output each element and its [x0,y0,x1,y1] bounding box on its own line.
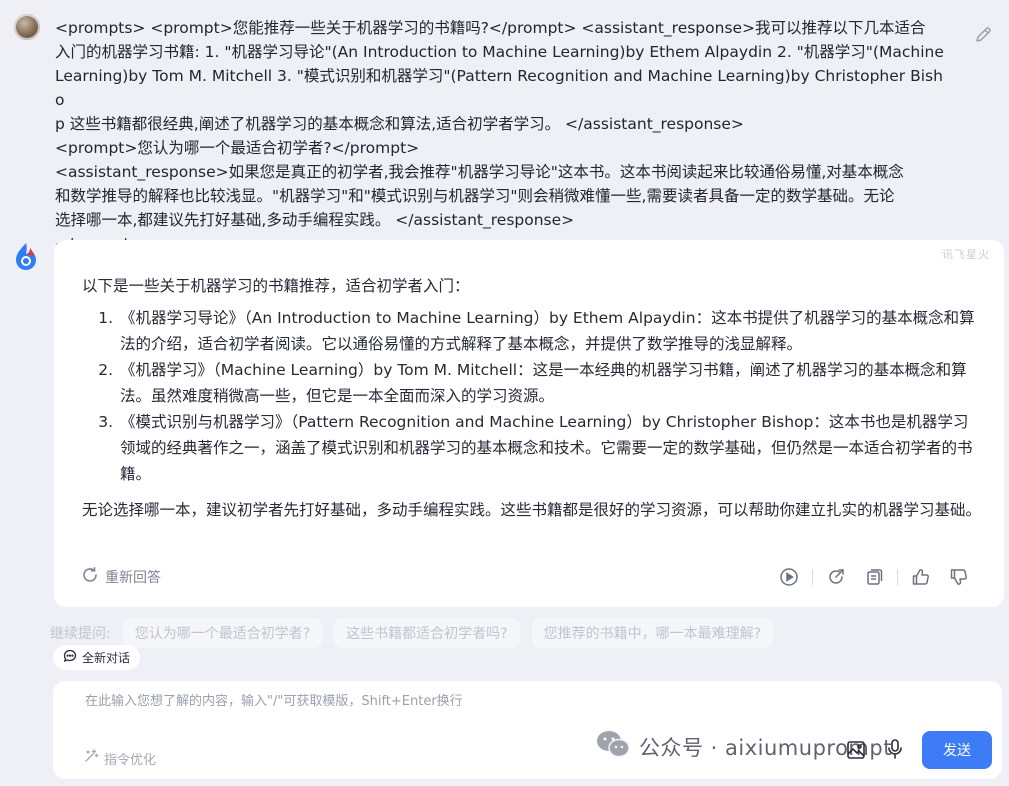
answer-intro: 以下是一些关于机器学习的书籍推荐，适合初学者入门： [82,277,470,295]
user-message-line: 和数学推导的解释也比较浅显。"机器学习"和"模式识别与机器学习"则会稍微难懂一些… [55,187,895,205]
answer-body: 以下是一些关于机器学习的书籍推荐，适合初学者入门： 《机器学习导论》（An In… [82,273,982,523]
user-message-line: Learning)by Tom M. Mitchell 3. "模式识别和机器学… [55,67,943,109]
user-message-line: <assistant_response>如果您是真正的初学者,我会推荐"机器学习… [55,163,904,181]
book-list: 《机器学习导论》（An Introduction to Machine Lear… [82,305,982,487]
regenerate-label: 重新回答 [105,570,161,586]
user-message-line: 选择哪一本,都建议先打好基础,多动手编程实践。 </assistant_resp… [55,211,575,229]
book-item: 《模式识别与机器学习》（Pattern Recognition and Mach… [118,409,982,487]
suggested-questions: 继续提问: 您认为哪一个最适合初学者? 这些书籍都适合初学者吗? 您推荐的书籍中… [50,618,774,648]
user-message-line: 入门的机器学习书籍: 1. "机器学习导论"(An Introduction t… [55,43,944,61]
spark-logo-icon [13,242,39,272]
user-message-line: p 这些书籍都很经典,阐述了机器学习的基本概念和算法,适合初学者学习。 </as… [55,115,744,133]
answer-actions [778,566,970,588]
regenerate-button[interactable]: 重新回答 [81,566,161,588]
divider [812,569,813,585]
brand-watermark: 讯飞星火 [942,248,990,261]
play-audio-icon[interactable] [778,566,800,588]
refresh-icon [81,566,99,588]
copy-icon[interactable] [863,566,885,588]
microphone-icon[interactable] [885,738,905,764]
thumbs-down-icon[interactable] [948,566,970,588]
prompt-optimize-label: 指令优化 [104,752,157,768]
book-item: 《机器学习》（Machine Learning）by Tom M. Mitche… [118,357,982,409]
user-message-line: <prompt>您认为哪一个最适合初学者?</prompt> [55,139,420,157]
user-message: <prompts> <prompt>您能推荐一些关于机器学习的书籍吗?</pro… [55,16,947,256]
user-message-line: <prompts> <prompt>您能推荐一些关于机器学习的书籍吗?</pro… [55,19,926,37]
suggestion-chip[interactable]: 这些书籍都适合初学者吗? [334,618,520,648]
thumbs-up-icon[interactable] [910,566,932,588]
answer-closing: 无论选择哪一本，建议初学者先打好基础，多动手编程实践。这些书籍都是很好的学习资源… [82,501,982,519]
book-item: 《机器学习导论》（An Introduction to Machine Lear… [118,305,982,357]
share-icon[interactable] [825,566,847,588]
image-upload-icon[interactable] [846,740,866,764]
suggestion-chip[interactable]: 您认为哪一个最适合初学者? [122,618,323,648]
answer-card: 讯飞星火 以下是一些关于机器学习的书籍推荐，适合初学者入门： 《机器学习导论》（… [54,240,1004,607]
chat-input[interactable] [83,691,787,725]
new-chat-label: 全新对话 [82,651,131,665]
edit-icon[interactable] [973,25,993,45]
send-button[interactable]: 发送 [922,731,992,769]
magic-wand-icon [83,748,99,768]
wechat-icon [595,729,631,764]
new-chat-button[interactable]: 全新对话 [53,645,141,670]
chat-bubble-icon [63,649,77,666]
suggestion-chip[interactable]: 您推荐的书籍中，哪一本最难理解? [531,618,774,648]
divider [897,569,898,585]
user-avatar [14,14,40,40]
suggestions-label: 继续提问: [50,626,111,642]
prompt-optimize-button[interactable]: 指令优化 [83,748,156,768]
